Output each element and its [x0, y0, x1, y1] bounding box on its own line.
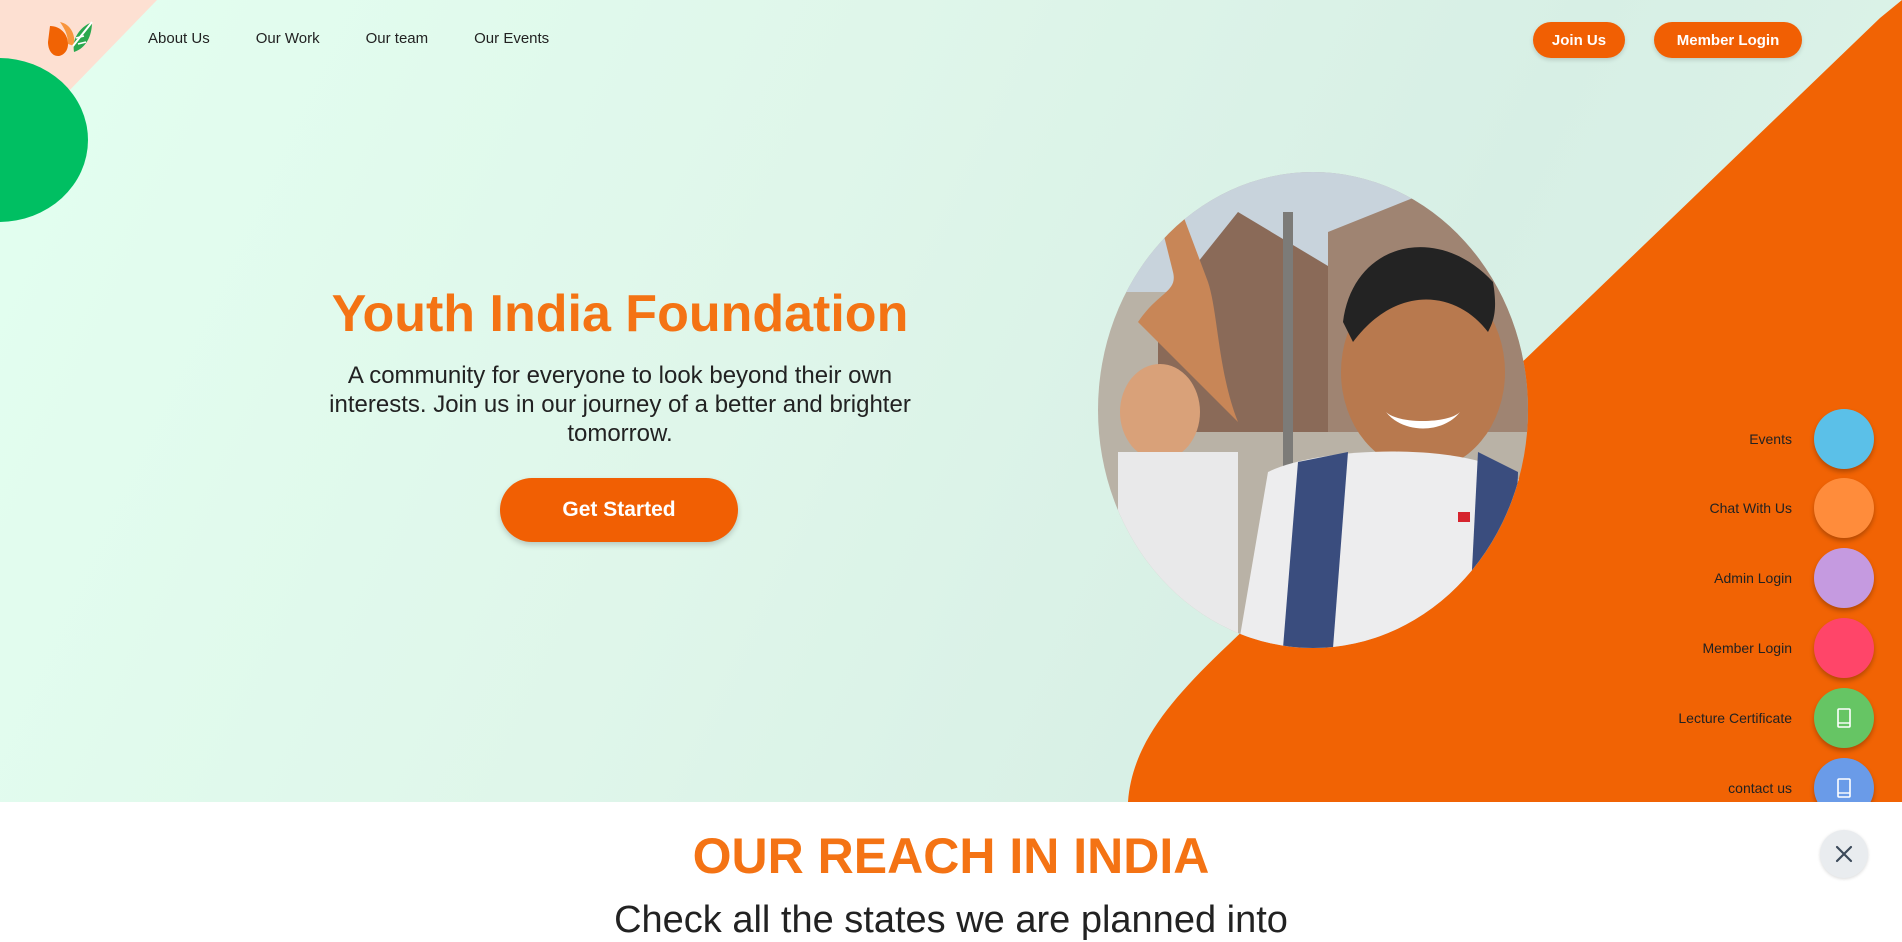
- fab-admin-login-label: Admin Login: [1714, 570, 1792, 586]
- hero-text-block: Youth India Foundation A community for e…: [300, 283, 940, 448]
- fab-chat-label: Chat With Us: [1709, 500, 1792, 516]
- reach-section: OUR REACH IN INDIA Check all the states …: [0, 802, 1902, 941]
- fab-admin-login-button[interactable]: [1814, 548, 1874, 608]
- fab-events-button[interactable]: [1814, 409, 1874, 469]
- close-icon: [1835, 845, 1853, 863]
- main-navigation: About Us Our Work Our team Our Events: [148, 30, 549, 47]
- nav-our-work[interactable]: Our Work: [256, 30, 320, 47]
- nav-our-events[interactable]: Our Events: [474, 30, 549, 47]
- nav-our-team[interactable]: Our team: [366, 30, 429, 47]
- fab-admin-login[interactable]: Admin Login: [1714, 547, 1874, 609]
- fab-member-login-button[interactable]: [1814, 618, 1874, 678]
- mobile-icon: [1837, 708, 1851, 728]
- fab-close-button[interactable]: [1820, 830, 1868, 878]
- reach-subtitle: Check all the states we are planned into: [614, 899, 1288, 941]
- hero-title: Youth India Foundation: [331, 285, 909, 343]
- site-logo[interactable]: [46, 18, 94, 58]
- fab-lecture-certificate-label: Lecture Certificate: [1678, 710, 1792, 726]
- fab-lecture-certificate[interactable]: Lecture Certificate: [1678, 687, 1874, 749]
- get-started-button[interactable]: Get Started: [500, 478, 738, 542]
- fab-contact-us-label: contact us: [1728, 780, 1792, 796]
- fab-events[interactable]: Events: [1749, 408, 1874, 470]
- join-us-button[interactable]: Join Us: [1533, 22, 1625, 58]
- fab-chat[interactable]: Chat With Us: [1710, 477, 1874, 539]
- hero-subtitle: A community for everyone to look beyond …: [329, 362, 911, 447]
- hero-photo: [1098, 172, 1528, 648]
- orange-diagonal-shape: [1128, 0, 1902, 802]
- nav-about-us[interactable]: About Us: [148, 30, 210, 47]
- mobile-icon: [1837, 778, 1851, 798]
- fab-lecture-certificate-button[interactable]: [1814, 688, 1874, 748]
- fab-member-login-label: Member Login: [1702, 640, 1793, 656]
- fab-chat-button[interactable]: [1814, 478, 1874, 538]
- member-login-button[interactable]: Member Login: [1654, 22, 1802, 58]
- hero-section: About Us Our Work Our team Our Events Jo…: [0, 0, 1902, 802]
- fab-member-login[interactable]: Member Login: [1702, 617, 1874, 679]
- fab-events-label: Events: [1749, 431, 1792, 447]
- reach-title: OUR REACH IN INDIA: [692, 828, 1210, 884]
